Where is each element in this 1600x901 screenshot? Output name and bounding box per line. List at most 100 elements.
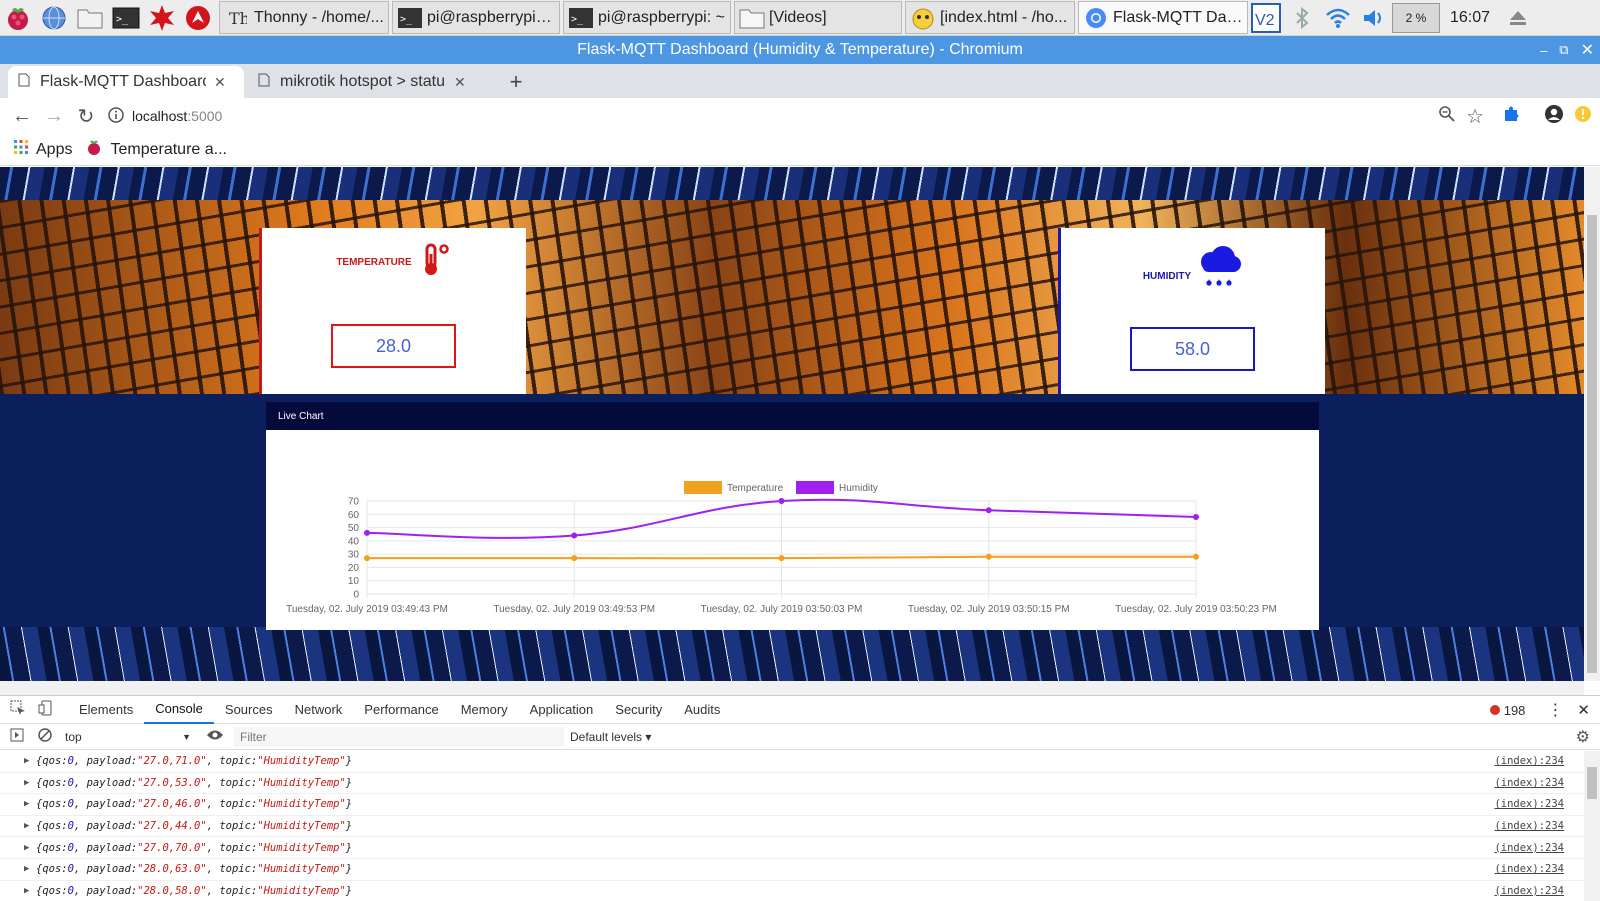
tab-mikrotik[interactable]: mikrotik hotspot > statu ✕ — [248, 66, 484, 98]
device-toolbar-icon[interactable] — [38, 700, 54, 719]
eye-icon[interactable] — [206, 729, 224, 744]
error-count-badge[interactable]: 198 — [1489, 703, 1525, 718]
console-row[interactable]: ▶ {qos: 0, payload: "27.0,70.0", topic: "… — [0, 837, 1584, 859]
devtools-tab-audits[interactable]: Audits — [673, 696, 731, 724]
sidebar-toggle-icon[interactable] — [10, 728, 24, 745]
data-point-temperature — [364, 555, 370, 562]
vnc-icon[interactable]: V2 — [1248, 0, 1284, 36]
bookmark-apps[interactable]: Apps — [14, 140, 72, 159]
devtools-tab-application[interactable]: Application — [519, 696, 605, 724]
console-row[interactable]: ▶ {qos: 0, payload: "27.0,71.0", topic: "… — [0, 751, 1584, 773]
source-link[interactable]: (index):234 — [1494, 777, 1564, 789]
console-row[interactable]: ▶ {qos: 0, payload: "27.0,44.0", topic: "… — [0, 816, 1584, 838]
console-row[interactable]: ▶ {qos: 0, payload: "27.0,53.0", topic: "… — [0, 773, 1584, 795]
wifi-icon[interactable] — [1320, 0, 1356, 36]
source-link[interactable]: (index):234 — [1494, 842, 1564, 854]
expand-arrow-icon[interactable]: ▶ — [24, 778, 36, 788]
wolfram-icon[interactable] — [180, 0, 216, 36]
eject-icon[interactable] — [1500, 0, 1536, 36]
window-titlebar: Flask-MQTT Dashboard (Humidity & Tempera… — [0, 36, 1600, 64]
source-link[interactable]: (index):234 — [1494, 820, 1564, 832]
info-icon[interactable] — [108, 106, 124, 126]
devtools-tab-performance[interactable]: Performance — [353, 696, 449, 724]
taskbar-button-thonny[interactable]: Th Thonny - /home/... — [219, 1, 389, 34]
devtools-tab-memory[interactable]: Memory — [450, 696, 519, 724]
maximize-icon[interactable]: ⧉ — [1559, 42, 1568, 58]
taskbar-button-videos[interactable]: [Videos] — [734, 1, 902, 34]
source-link[interactable]: (index):234 — [1494, 798, 1564, 810]
payload-key: , payload: — [73, 776, 138, 789]
source-link[interactable]: (index):234 — [1494, 863, 1564, 875]
back-icon[interactable]: ← — [6, 100, 38, 132]
clock[interactable]: 16:07 — [1450, 9, 1490, 27]
console-scrollbar[interactable] — [1584, 751, 1600, 901]
mathematica-icon[interactable] — [144, 0, 180, 36]
topic-value: "HumidityTemp" — [257, 820, 346, 833]
taskbar-button-terminal-2[interactable]: >_ pi@raspberrypi: ~ — [563, 1, 731, 34]
log-levels-dropdown[interactable]: Default levels ▾ — [570, 730, 651, 744]
profile-icon[interactable] — [1544, 104, 1564, 129]
window-title: Flask-MQTT Dashboard (Humidity & Tempera… — [577, 41, 1023, 58]
expand-arrow-icon[interactable]: ▶ — [24, 756, 36, 766]
taskbar-button-terminal-1[interactable]: >_ pi@raspberrypi: ~... — [392, 1, 560, 34]
devtools-tab-elements[interactable]: Elements — [68, 696, 144, 724]
taskbar-button-chromium[interactable]: Flask-MQTT Dash... — [1078, 1, 1248, 34]
console-settings-icon[interactable]: ⚙ — [1576, 727, 1590, 747]
inspect-element-icon[interactable] — [10, 700, 26, 719]
address-bar[interactable]: localhost:5000 — [108, 101, 1588, 131]
extension-icon[interactable] — [1502, 105, 1520, 128]
taskbar: >_ Th Thonny - /home/... >_ pi@raspberry… — [0, 0, 1600, 36]
scrollbar-thumb[interactable] — [1587, 767, 1597, 799]
close-tab-icon[interactable]: ✕ — [454, 74, 466, 91]
brace: {qos: — [36, 863, 68, 876]
close-tab-icon[interactable]: ✕ — [214, 74, 226, 91]
scrollbar-thumb[interactable] — [1587, 215, 1597, 673]
source-link[interactable]: (index):234 — [1494, 885, 1564, 897]
thonny-icon: Th — [224, 6, 250, 30]
reload-icon[interactable]: ↻ — [70, 100, 102, 132]
taskbar-button-geany[interactable]: [index.html - /ho... — [905, 1, 1075, 34]
expand-arrow-icon[interactable]: ▶ — [24, 799, 36, 809]
forward-icon[interactable]: → — [38, 100, 70, 132]
web-browser-icon[interactable] — [36, 0, 72, 36]
y-tick-label: 70 — [348, 497, 360, 508]
console-filter-input[interactable] — [234, 726, 564, 747]
expand-arrow-icon[interactable]: ▶ — [24, 821, 36, 831]
bluetooth-icon[interactable] — [1284, 0, 1320, 36]
devtools-tab-network[interactable]: Network — [284, 696, 354, 724]
more-options-icon[interactable]: ⋮ — [1547, 700, 1563, 720]
zoom-icon[interactable] — [1438, 105, 1456, 128]
topic-key: , topic: — [206, 755, 258, 768]
brace: } — [345, 884, 353, 897]
clear-console-icon[interactable] — [38, 728, 52, 745]
expand-arrow-icon[interactable]: ▶ — [24, 843, 36, 853]
update-alert-icon[interactable] — [1574, 105, 1592, 128]
context-selector[interactable]: top ▼ — [60, 727, 196, 747]
expand-arrow-icon[interactable]: ▶ — [24, 864, 36, 874]
bookmark-star-icon[interactable]: ☆ — [1466, 104, 1484, 129]
expand-arrow-icon[interactable]: ▶ — [24, 886, 36, 896]
devtools-tab-sources[interactable]: Sources — [214, 696, 284, 724]
x-tick-label: Tuesday, 02. July 2019 03:50:23 PM — [1115, 604, 1277, 615]
devtools-tab-security[interactable]: Security — [604, 696, 673, 724]
devtools-tab-console[interactable]: Console — [144, 696, 214, 724]
console-row[interactable]: ▶ {qos: 0, payload: "27.0,46.0", topic: "… — [0, 794, 1584, 816]
url-port: :5000 — [187, 108, 223, 124]
raspberry-menu-icon[interactable] — [0, 0, 36, 36]
terminal-launcher-icon[interactable]: >_ — [108, 0, 144, 36]
bookmark-temperature[interactable]: Temperature a... — [86, 138, 227, 161]
source-link[interactable]: (index):234 — [1494, 755, 1564, 767]
page-scrollbar[interactable] — [1584, 167, 1600, 681]
new-tab-button[interactable]: + — [500, 66, 532, 98]
horizontal-scrollbar[interactable] — [0, 681, 1584, 695]
volume-icon[interactable] — [1356, 0, 1392, 36]
close-devtools-icon[interactable]: ✕ — [1577, 701, 1590, 719]
tab-flask-dashboard[interactable]: Flask-MQTT Dashboard ( ✕ — [8, 66, 244, 98]
payload-key: , payload: — [73, 820, 138, 833]
minimize-icon[interactable]: – — [1540, 43, 1547, 58]
close-window-icon[interactable]: ✕ — [1581, 40, 1594, 60]
file-manager-icon[interactable] — [72, 0, 108, 36]
console-row[interactable]: ▶ {qos: 0, payload: "28.0,63.0", topic: "… — [0, 859, 1584, 881]
console-row[interactable]: ▶ {qos: 0, payload: "28.0,58.0", topic: "… — [0, 881, 1584, 901]
humidity-card: HUMIDITY 58.0 — [1058, 228, 1325, 394]
